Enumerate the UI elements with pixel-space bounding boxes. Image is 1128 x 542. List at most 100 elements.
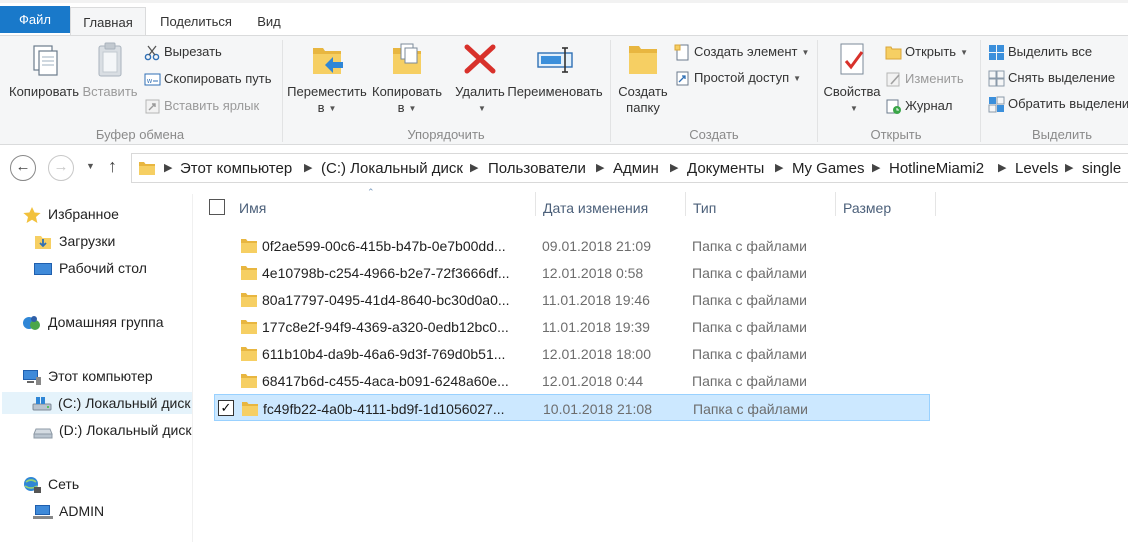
- breadcrumb-users[interactable]: Пользователи: [488, 160, 586, 177]
- select-all-checkbox[interactable]: [209, 199, 225, 215]
- breadcrumb-this-pc[interactable]: Этот компьютер: [180, 160, 292, 177]
- group-divider: [610, 40, 611, 142]
- nav-homegroup[interactable]: Домашняя группа: [22, 311, 164, 333]
- invert-selection-icon: [988, 96, 1005, 113]
- new-folder-icon: [629, 46, 657, 74]
- column-divider[interactable]: [535, 192, 536, 216]
- file-row-selected[interactable]: ✓ fc49fb22-4a0b-4111-bd9f-1d1056027... 1…: [214, 394, 930, 421]
- checkmark-icon: ✓: [220, 400, 232, 415]
- file-row[interactable]: 4e10798b-c254-4966-b2e7-72f3666df... 12.…: [214, 259, 930, 286]
- network-icon: [24, 477, 41, 494]
- svg-text:w: w: [146, 78, 153, 85]
- downloads-folder-icon: [35, 236, 51, 250]
- new-folder-button[interactable]: Создать папку: [614, 40, 672, 116]
- easy-access-button[interactable]: Простой доступ ▼: [674, 68, 801, 88]
- column-header-name[interactable]: Имя: [239, 194, 531, 222]
- computer-icon: [33, 505, 53, 520]
- file-name: 4e10798b-c254-4966-b2e7-72f3666df...: [262, 265, 510, 281]
- file-row[interactable]: 80a17797-0495-41d4-8640-bc30d0a0... 11.0…: [214, 286, 930, 313]
- select-none-button[interactable]: Снять выделение: [988, 68, 1115, 88]
- file-row[interactable]: 68417b6d-c455-4aca-b091-6248a60e... 12.0…: [214, 367, 930, 394]
- chevron-right-icon: ▶: [1065, 162, 1074, 174]
- tab-share[interactable]: Поделиться: [150, 7, 242, 36]
- column-divider[interactable]: [685, 192, 686, 216]
- file-row[interactable]: 0f2ae599-00c6-415b-b47b-0e7b00dd... 09.0…: [214, 232, 930, 259]
- breadcrumb-hotlinemiami2[interactable]: HotlineMiami2: [889, 160, 984, 177]
- back-button[interactable]: ←: [10, 155, 36, 181]
- nav-drive-d[interactable]: (D:) Локальный диск: [33, 419, 192, 441]
- nav-desktop[interactable]: Рабочий стол: [33, 257, 147, 279]
- column-divider[interactable]: [935, 192, 936, 216]
- file-row[interactable]: 177c8e2f-94f9-4369-a320-0edb12bc0... 11.…: [214, 313, 930, 340]
- history-button[interactable]: Журнал: [885, 96, 952, 116]
- nav-this-pc-label: Этот компьютер: [48, 368, 153, 384]
- address-bar[interactable]: ▶ Этот компьютер ▶ (C:) Локальный диск ▶…: [131, 153, 1128, 183]
- breadcrumb-documents[interactable]: Документы: [687, 160, 764, 177]
- breadcrumb-single[interactable]: single: [1082, 160, 1121, 177]
- create-group-label: Создать: [689, 127, 739, 142]
- nav-desktop-label: Рабочий стол: [59, 260, 147, 276]
- paste-shortcut-button[interactable]: Вставить ярлык: [144, 96, 259, 116]
- column-header-date[interactable]: Дата изменения: [543, 194, 683, 222]
- arrow-up-icon: ↑: [108, 156, 117, 176]
- column-header-type[interactable]: Тип: [693, 194, 833, 222]
- open-group-label: Открыть: [870, 127, 922, 142]
- scissors-icon: [144, 45, 160, 61]
- paste-button[interactable]: Вставить: [82, 40, 138, 100]
- breadcrumb-my-games[interactable]: My Games: [792, 160, 865, 177]
- cut-button[interactable]: Вырезать: [144, 42, 222, 62]
- tab-home[interactable]: Главная: [70, 7, 146, 37]
- nav-admin-computer[interactable]: ADMIN: [33, 500, 104, 522]
- tab-view[interactable]: Вид: [246, 7, 292, 36]
- breadcrumb-levels[interactable]: Levels: [1015, 160, 1058, 177]
- breadcrumb-admin[interactable]: Админ: [613, 160, 659, 177]
- star-icon: [23, 207, 41, 224]
- paste-icon: [98, 42, 122, 77]
- tab-file[interactable]: Файл: [0, 6, 70, 33]
- copy-button[interactable]: Копировать: [6, 40, 82, 100]
- open-button[interactable]: Открыть ▼: [885, 42, 968, 62]
- column-divider[interactable]: [835, 192, 836, 216]
- recent-locations-dropdown[interactable]: ▼: [86, 161, 95, 171]
- copy-to-label-line1: Копировать: [372, 84, 442, 99]
- file-name: 0f2ae599-00c6-415b-b47b-0e7b00dd...: [262, 238, 506, 254]
- nav-drive-c[interactable]: (C:) Локальный диск: [2, 392, 192, 414]
- up-button[interactable]: ↑: [108, 156, 117, 177]
- new-item-button[interactable]: Создать элемент ▼: [674, 42, 809, 62]
- move-to-button[interactable]: Переместить в ▼: [287, 40, 367, 117]
- select-all-label: Выделить все: [1008, 44, 1093, 59]
- delete-button[interactable]: Удалить ▼: [453, 40, 507, 117]
- properties-label: Свойства: [823, 84, 881, 99]
- file-date: 09.01.2018 21:09: [542, 238, 651, 254]
- nav-this-pc[interactable]: Этот компьютер: [22, 365, 153, 387]
- history-label: Журнал: [905, 98, 953, 113]
- breadcrumb-drive-c[interactable]: (C:) Локальный диск: [321, 160, 463, 177]
- row-checkbox[interactable]: ✓: [218, 400, 234, 416]
- chevron-down-icon: ▼: [801, 47, 810, 57]
- folder-icon: [241, 320, 257, 334]
- edit-button[interactable]: Изменить: [885, 69, 964, 89]
- copy-path-button[interactable]: w Скопировать путь: [144, 69, 272, 89]
- invert-selection-button[interactable]: Обратить выделение: [988, 94, 1128, 114]
- new-item-icon: [674, 44, 689, 61]
- move-to-label-line2: в: [317, 100, 325, 115]
- drive-icon: [33, 428, 53, 439]
- copy-to-button[interactable]: Копировать в ▼: [369, 40, 445, 117]
- copy-to-folder-icon: [393, 43, 421, 74]
- chevron-down-icon: ▼: [478, 103, 486, 113]
- nav-favorites[interactable]: Избранное: [22, 203, 119, 225]
- select-all-button[interactable]: Выделить все: [988, 42, 1092, 62]
- chevron-right-icon: ▶: [164, 162, 173, 174]
- folder-icon: [242, 402, 258, 416]
- rename-button[interactable]: Переименовать: [505, 40, 605, 100]
- properties-button[interactable]: Свойства ▼: [821, 40, 883, 117]
- properties-icon: [840, 43, 864, 75]
- copy-path-label: Скопировать путь: [164, 71, 272, 86]
- nav-network[interactable]: Сеть: [22, 473, 79, 495]
- forward-button[interactable]: →: [48, 155, 74, 181]
- nav-downloads[interactable]: Загрузки: [33, 230, 115, 252]
- file-row[interactable]: 611b10b4-da9b-46a6-9d3f-769d0b51... 12.0…: [214, 340, 930, 367]
- history-icon: [886, 99, 901, 115]
- file-date: 10.01.2018 21:08: [543, 401, 652, 417]
- column-header-size[interactable]: Размер: [843, 194, 935, 222]
